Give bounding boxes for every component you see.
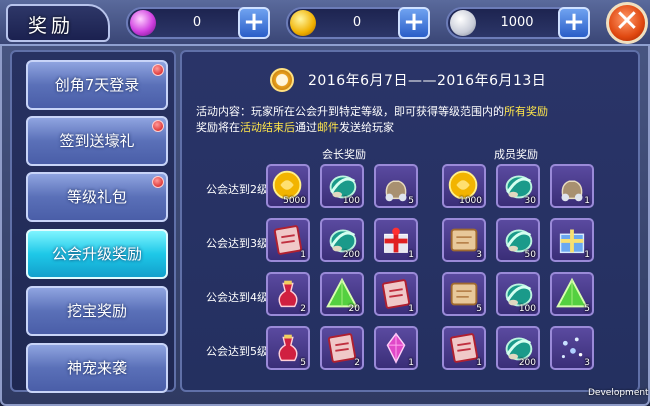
reward-panel: 2016年6月7日——2016年6月13日 活动内容：玩家所在公会升到特定等级，… [180,50,640,392]
reward-quantity: 20 [348,304,360,314]
desc-text: 发送给玩家 [339,121,394,134]
sidebar-item-3[interactable]: 等级礼包 [26,172,168,222]
reward-quantity: 100 [518,304,536,314]
sidebar-item-6[interactable]: 神宠来袭 [26,343,168,393]
reward-quantity: 200 [342,250,360,260]
clock-icon [270,68,294,92]
event-description-line1: 活动内容：玩家所在公会升到特定等级，即可获得等级范围内的所有奖励 [196,103,548,119]
event-date-range: 2016年6月7日——2016年6月13日 [308,73,547,89]
reward-quantity: 5 [584,304,590,314]
reward-quantity: 100 [342,196,360,206]
silver-currency: 1000 + [446,7,590,39]
desc-highlight-mail: 邮件 [317,121,339,134]
leader-reward-item[interactable]: 2 [266,272,310,316]
desc-highlight-after-event: 活动结束后 [240,121,295,134]
add-gold-button[interactable]: + [398,7,430,39]
sidebar-item-label: 神宠来袭 [66,359,127,377]
leader-reward-item[interactable]: 100 [320,164,364,208]
gem-currency: 0 + [126,7,270,39]
notification-dot-icon [152,120,164,132]
reward-quantity: 5000 [283,196,306,206]
desc-text: 通过 [295,121,317,134]
sidebar-item-label: 公会升级奖励 [51,245,142,263]
close-button[interactable]: ✕ [606,2,648,44]
reward-quantity: 1 [408,250,414,260]
member-reward-item[interactable]: 5 [550,272,594,316]
sidebar-item-5[interactable]: 挖宝奖励 [26,286,168,336]
gold-amount: 0 [352,15,362,30]
gem-icon [130,10,156,36]
reward-quantity: 1 [476,358,482,368]
desc-text: 活动内容：玩家所在公会升到特定等级，即可获得等级范围内的 [196,105,504,118]
sidebar-item-label: 创角7天登录 [54,76,140,94]
event-description-line2: 奖励将在活动结束后通过邮件发送给玩家 [196,119,394,135]
add-gem-button[interactable]: + [238,7,270,39]
reward-quantity: 3 [476,250,482,260]
notification-dot-icon [152,176,164,188]
sidebar-item-label: 等级礼包 [66,188,127,206]
sidebar-item-1[interactable]: 创角7天登录 [26,60,168,110]
reward-quantity: 200 [518,358,536,368]
sidebar-item-2[interactable]: 签到送壕礼 [26,116,168,166]
leader-reward-item[interactable]: 5 [266,326,310,370]
guild-level-row-label: 公会达到4级 [206,291,268,304]
development-watermark: Development [588,388,649,398]
leader-reward-item[interactable]: 200 [320,218,364,262]
reward-quantity: 5 [300,358,306,368]
silver-amount: 1000 [500,15,534,30]
sidebar: 创角7天登录 签到送壕礼等级礼包公会升级奖励 挖宝奖励神宠来袭 [10,50,176,393]
reward-quantity: 2 [300,304,306,314]
silver-coin-icon [450,10,476,36]
leader-reward-item[interactable]: 1 [266,218,310,262]
notification-dot-icon [152,64,164,76]
reward-quantity: 5 [476,304,482,314]
member-reward-item[interactable]: 5 [442,272,486,316]
guild-level-row-label: 公会达到3级 [206,237,268,250]
reward-quantity: 1000 [459,196,482,206]
member-reward-item[interactable]: 50 [496,218,540,262]
desc-highlight-all-rewards: 所有奖励 [504,105,548,118]
member-reward-item[interactable]: 3 [550,326,594,370]
member-reward-item[interactable]: 1000 [442,164,486,208]
reward-quantity: 1 [408,358,414,368]
window-title: 奖励 [6,4,110,42]
gold-currency: 0 + [286,7,430,39]
reward-quantity: 1 [300,250,306,260]
member-reward-item[interactable]: 30 [496,164,540,208]
leader-reward-item[interactable]: 1 [374,218,418,262]
reward-quantity: 1 [408,304,414,314]
leader-reward-item[interactable]: 20 [320,272,364,316]
guild-level-row-label: 公会达到5级 [206,345,268,358]
sidebar-item-label: 挖宝奖励 [66,302,127,320]
member-reward-item[interactable]: 3 [442,218,486,262]
leader-reward-item[interactable]: 2 [320,326,364,370]
member-reward-item[interactable]: 200 [496,326,540,370]
leader-reward-item[interactable]: 1 [374,272,418,316]
reward-quantity: 2 [354,358,360,368]
member-reward-item[interactable]: 1 [442,326,486,370]
guild-level-row-label: 公会达到2级 [206,183,268,196]
reward-quantity: 50 [524,250,536,260]
leader-reward-item[interactable]: 5000 [266,164,310,208]
gem-amount: 0 [192,15,202,30]
sidebar-item-label: 签到送壕礼 [59,132,135,150]
leader-rewards-header: 会长奖励 [322,148,366,161]
member-reward-item[interactable]: 1 [550,218,594,262]
reward-quantity: 30 [524,196,536,206]
reward-quantity: 5 [408,196,414,206]
member-reward-item[interactable]: 100 [496,272,540,316]
member-rewards-header: 成员奖励 [494,148,538,161]
reward-quantity: 1 [584,196,590,206]
leader-reward-item[interactable]: 5 [374,164,418,208]
gold-coin-icon [290,10,316,36]
desc-text: 奖励将在 [196,121,240,134]
member-reward-item[interactable]: 1 [550,164,594,208]
reward-quantity: 1 [584,250,590,260]
sidebar-item-4[interactable]: 公会升级奖励 [26,229,168,279]
top-bar: 奖励 0 + 0 + 1000 + ✕ [0,0,650,46]
leader-reward-item[interactable]: 1 [374,326,418,370]
add-silver-button[interactable]: + [558,7,590,39]
reward-quantity: 3 [584,358,590,368]
